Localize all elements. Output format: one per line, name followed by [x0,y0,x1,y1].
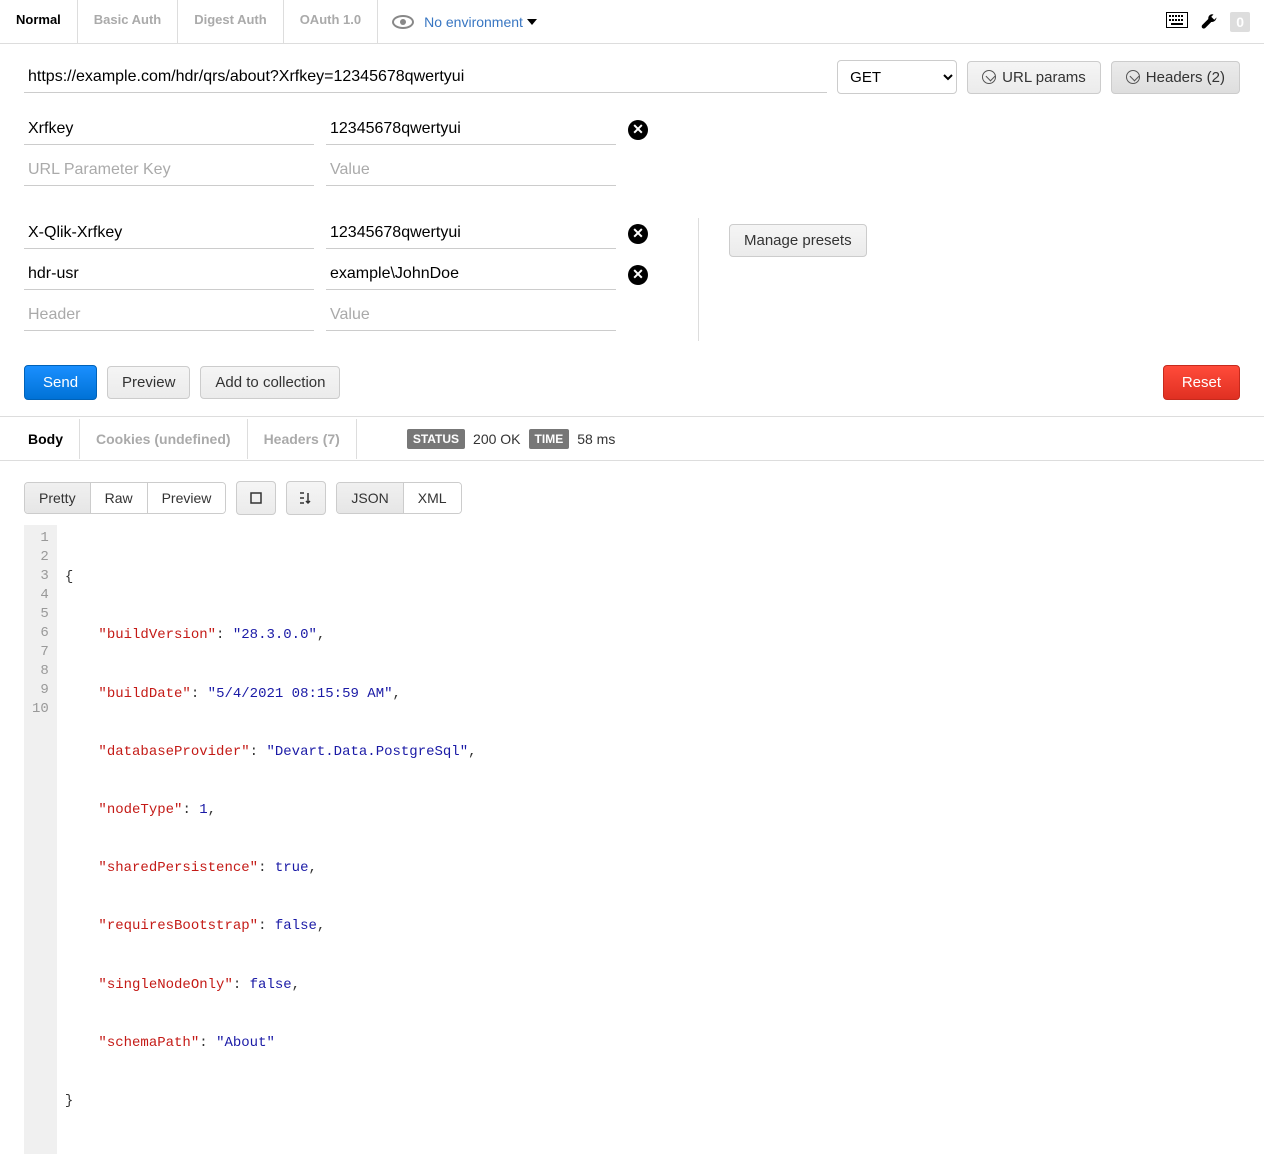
header-value-input-empty[interactable] [326,300,616,331]
line-wrap-icon[interactable] [286,481,326,515]
keyboard-icon[interactable] [1166,12,1188,31]
format-json[interactable]: JSON [337,483,403,513]
edit-icon [982,70,996,84]
http-method-select[interactable]: GET [837,60,957,94]
copy-icon[interactable] [236,481,276,515]
param-key-input-empty[interactable] [24,155,314,186]
url-params-button[interactable]: URL params [967,61,1101,94]
header-value-input[interactable] [326,259,616,290]
body-databaseProvider: "Devart.Data.PostgreSql" [266,744,468,760]
body-requiresBootstrap: false [275,918,317,934]
manage-presets-button[interactable]: Manage presets [729,224,867,257]
response-tab-headers[interactable]: Headers (7) [248,419,357,459]
history-count-badge[interactable]: 0 [1230,12,1250,32]
param-value-input[interactable] [326,114,616,145]
param-value-input-empty[interactable] [326,155,616,186]
send-button[interactable]: Send [24,365,97,400]
time-text: 58 ms [577,431,615,447]
response-tab-cookies[interactable]: Cookies (undefined) [80,419,248,459]
auth-tab-basic[interactable]: Basic Auth [78,0,178,43]
delete-param-icon[interactable]: ✕ [628,120,648,140]
body-singleNodeOnly: false [250,977,292,993]
delete-header-icon[interactable]: ✕ [628,265,648,285]
format-xml[interactable]: XML [404,483,461,513]
body-sharedPersistence: true [275,860,309,876]
status-label: STATUS [407,429,465,449]
edit-icon [1126,70,1140,84]
chevron-down-icon [527,19,537,25]
auth-tab-normal[interactable]: Normal [0,0,78,43]
response-tab-body[interactable]: Body [12,419,80,459]
view-pretty[interactable]: Pretty [25,483,91,513]
body-nodeType: 1 [199,802,207,818]
response-body-code[interactable]: { "buildVersion": "28.3.0.0", "buildDate… [57,525,485,1154]
url-params-section: ✕ [24,114,1240,186]
reset-button[interactable]: Reset [1163,365,1240,400]
environment-label: No environment [424,14,523,30]
add-to-collection-button[interactable]: Add to collection [200,366,340,399]
header-value-input[interactable] [326,218,616,249]
auth-tab-digest[interactable]: Digest Auth [178,0,283,43]
headers-section: ✕ ✕ [24,218,648,341]
body-buildVersion: "28.3.0.0" [233,627,317,643]
body-buildDate: "5/4/2021 08:15:59 AM" [208,686,393,702]
header-key-input[interactable] [24,218,314,249]
wrench-icon[interactable] [1200,13,1218,31]
param-key-input[interactable] [24,114,314,145]
time-label: TIME [529,429,570,449]
line-gutter: 12345678910 [24,525,57,1154]
view-preview[interactable]: Preview [148,483,226,513]
response-body-viewer: 12345678910 { "buildVersion": "28.3.0.0"… [0,525,1264,1174]
delete-header-icon[interactable]: ✕ [628,224,648,244]
headers-button[interactable]: Headers (2) [1111,61,1240,94]
auth-tab-oauth1[interactable]: OAuth 1.0 [284,0,378,43]
header-key-input[interactable] [24,259,314,290]
status-text: 200 OK [473,431,520,447]
view-raw[interactable]: Raw [91,483,148,513]
url-input[interactable] [24,62,827,93]
header-key-input-empty[interactable] [24,300,314,331]
body-schemaPath: "About" [216,1035,275,1051]
view-mode-group: Pretty Raw Preview [24,482,226,514]
eye-icon[interactable] [392,15,414,29]
format-group: JSON XML [336,482,461,514]
preview-button[interactable]: Preview [107,366,190,399]
environment-selector[interactable]: No environment [424,14,537,30]
